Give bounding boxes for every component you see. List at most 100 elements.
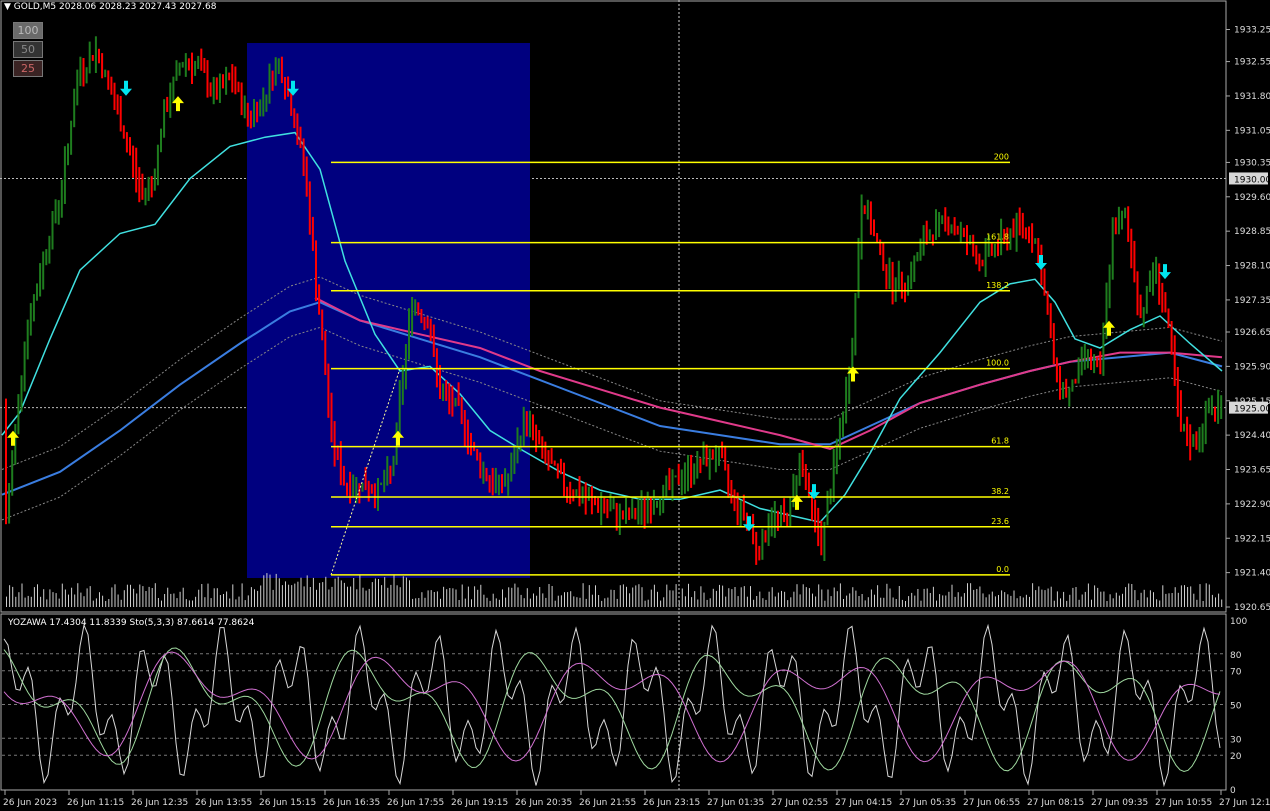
arrow-down-icon bbox=[1159, 264, 1171, 280]
volume-bar bbox=[30, 596, 32, 607]
volume-bar bbox=[700, 586, 702, 607]
volume-bar bbox=[9, 585, 11, 607]
price-bar bbox=[420, 309, 423, 324]
volume-bar bbox=[480, 584, 482, 607]
indicator-tick-label: 20 bbox=[1230, 752, 1242, 762]
volume-bar bbox=[99, 592, 100, 607]
price-bar bbox=[690, 454, 693, 488]
price-bar bbox=[652, 489, 655, 515]
price-bar bbox=[1018, 207, 1021, 236]
volume-bar bbox=[151, 588, 153, 607]
lot-button-50[interactable]: 50 bbox=[13, 41, 43, 58]
volume-bar bbox=[508, 587, 510, 607]
price-bar bbox=[922, 225, 925, 256]
volume-bar bbox=[1153, 592, 1154, 607]
price-bar bbox=[215, 77, 218, 100]
volume-bar bbox=[1004, 592, 1006, 607]
price-bar bbox=[1099, 351, 1102, 375]
price-bar bbox=[993, 243, 996, 258]
price-bar bbox=[888, 257, 891, 289]
volume-bar bbox=[294, 583, 296, 607]
volume-bar bbox=[1078, 599, 1080, 607]
price-bar bbox=[88, 41, 91, 74]
price-bar bbox=[156, 144, 159, 186]
volume-bar bbox=[619, 585, 621, 607]
volume-bar bbox=[440, 598, 441, 607]
volume-bar bbox=[886, 583, 888, 607]
price-bar bbox=[1034, 238, 1037, 244]
volume-bar bbox=[368, 588, 370, 607]
price-bar bbox=[231, 64, 234, 93]
price-bar bbox=[451, 385, 454, 417]
price-bar bbox=[1012, 218, 1015, 238]
lot-button-100[interactable]: 100 bbox=[13, 22, 43, 39]
price-bar bbox=[181, 61, 184, 68]
volume-bar bbox=[595, 585, 596, 607]
volume-bar bbox=[750, 586, 751, 607]
price-bar bbox=[869, 201, 872, 235]
time-tick-label: 26 Jun 23:15 bbox=[643, 798, 700, 808]
volume-bar bbox=[601, 600, 603, 607]
price-bar bbox=[191, 52, 193, 84]
price-bar bbox=[398, 380, 401, 435]
price-bar bbox=[783, 498, 786, 523]
volume-bar bbox=[511, 587, 513, 607]
volume-bar bbox=[145, 591, 147, 607]
price-bar bbox=[625, 498, 627, 524]
volume-bar bbox=[1215, 597, 1216, 607]
lot-button-25[interactable]: 25 bbox=[13, 60, 43, 77]
volume-bar bbox=[170, 593, 172, 607]
volume-bar bbox=[830, 596, 832, 607]
price-bar bbox=[842, 411, 844, 437]
volume-bar bbox=[684, 596, 686, 607]
volume-bar bbox=[244, 600, 246, 607]
volume-bar bbox=[1174, 587, 1176, 607]
volume-bar bbox=[86, 588, 88, 607]
volume-bar bbox=[204, 597, 206, 607]
price-bar bbox=[1015, 212, 1018, 252]
time-tick-label: 26 Jun 16:35 bbox=[323, 798, 380, 808]
price-bar bbox=[225, 66, 228, 95]
price-bar bbox=[1217, 389, 1220, 424]
price-bar bbox=[448, 383, 451, 415]
volume-bar bbox=[728, 588, 730, 607]
price-bar bbox=[733, 489, 736, 512]
price-bar bbox=[1136, 271, 1139, 316]
price-tick-label: 1923.65 bbox=[1234, 466, 1270, 476]
volume-bar bbox=[582, 583, 584, 607]
volume-bar bbox=[855, 590, 857, 607]
volume-bar bbox=[564, 592, 565, 607]
price-bar bbox=[274, 57, 277, 86]
price-bar bbox=[163, 99, 166, 138]
price-bar bbox=[705, 444, 708, 467]
volume-bar bbox=[167, 587, 169, 607]
price-bar bbox=[243, 95, 246, 119]
volume-bar bbox=[1128, 583, 1130, 607]
price-bar bbox=[1086, 349, 1089, 369]
volume-bar bbox=[1221, 599, 1223, 607]
price-bar bbox=[1121, 210, 1123, 230]
dropdown-arrow-icon[interactable]: ▼ bbox=[4, 2, 11, 12]
volume-bar bbox=[27, 595, 29, 607]
price-bar bbox=[54, 199, 57, 224]
price-bar bbox=[70, 120, 73, 155]
volume-bar bbox=[71, 587, 73, 607]
chart-canvas[interactable]: 200161.8138.2100.061.838.223.60.0 1933.2… bbox=[0, 0, 1270, 811]
volume-bar bbox=[1103, 591, 1105, 607]
time-tick-label: 27 Jun 06:55 bbox=[963, 798, 1020, 808]
volume-bar bbox=[607, 597, 609, 607]
volume-bar bbox=[588, 585, 590, 607]
band-upper-line bbox=[1, 276, 1223, 470]
price-bar bbox=[11, 450, 14, 496]
price-bar bbox=[321, 309, 324, 341]
price-bar bbox=[649, 497, 652, 524]
price-bar bbox=[553, 460, 556, 466]
price-bar bbox=[860, 194, 863, 260]
volume-bar bbox=[982, 593, 984, 607]
price-tick-label: 1928.85 bbox=[1234, 227, 1270, 237]
price-bar bbox=[1024, 227, 1027, 240]
volume-bar bbox=[266, 573, 268, 607]
price-bar bbox=[79, 56, 82, 87]
price-bar bbox=[268, 63, 271, 104]
price-bar bbox=[358, 483, 361, 504]
